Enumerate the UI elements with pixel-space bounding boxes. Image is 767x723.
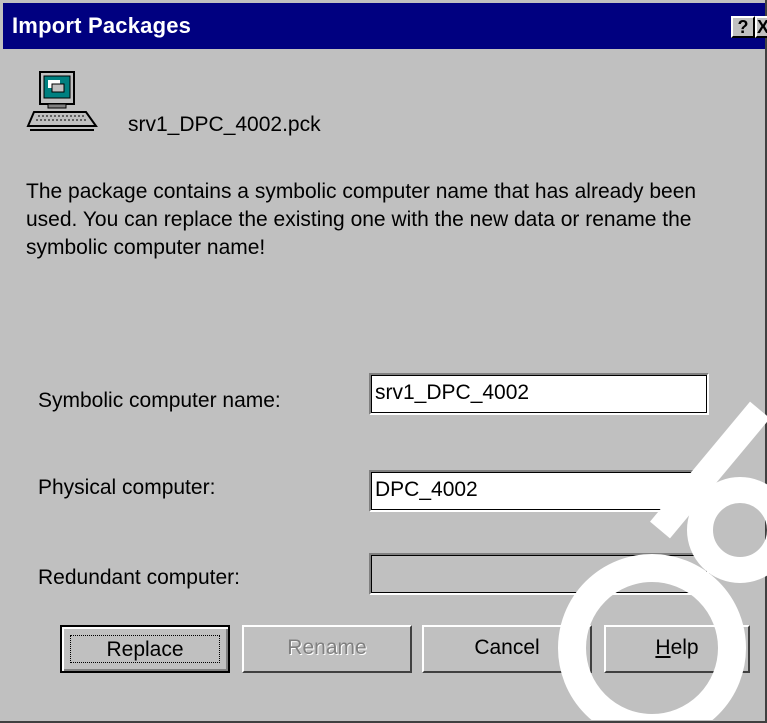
physical-computer-label: Physical computer: xyxy=(38,476,216,499)
help-mnemonic: H xyxy=(655,636,671,659)
physical-computer-input[interactable]: DPC_4002 xyxy=(369,470,709,512)
package-filename: srv1_DPC_4002.pck xyxy=(128,113,321,136)
import-packages-dialog: Import Packages ? X srv1_DPC_4002.pck Th… xyxy=(0,0,767,723)
help-button[interactable]: Help xyxy=(604,625,750,673)
help-question-button[interactable]: ? xyxy=(731,16,755,38)
symbolic-name-label: Symbolic computer name: xyxy=(38,389,281,412)
help-label-rest: elp xyxy=(670,636,699,659)
conflict-message: The package contains a symbolic computer… xyxy=(26,180,697,259)
close-button[interactable]: X xyxy=(755,16,767,38)
replace-label: Replace xyxy=(70,635,220,663)
title-bar[interactable]: Import Packages ? X xyxy=(3,3,767,49)
rename-button: Rename xyxy=(242,625,412,673)
computer-icon xyxy=(26,71,98,131)
redundant-computer-label: Redundant computer: xyxy=(38,566,240,589)
symbolic-name-input[interactable]: srv1_DPC_4002 xyxy=(369,373,709,415)
dialog-title: Import Packages xyxy=(12,13,192,38)
replace-button[interactable]: Replace xyxy=(60,625,230,673)
cancel-button[interactable]: Cancel xyxy=(422,625,592,673)
redundant-computer-input xyxy=(369,553,709,595)
